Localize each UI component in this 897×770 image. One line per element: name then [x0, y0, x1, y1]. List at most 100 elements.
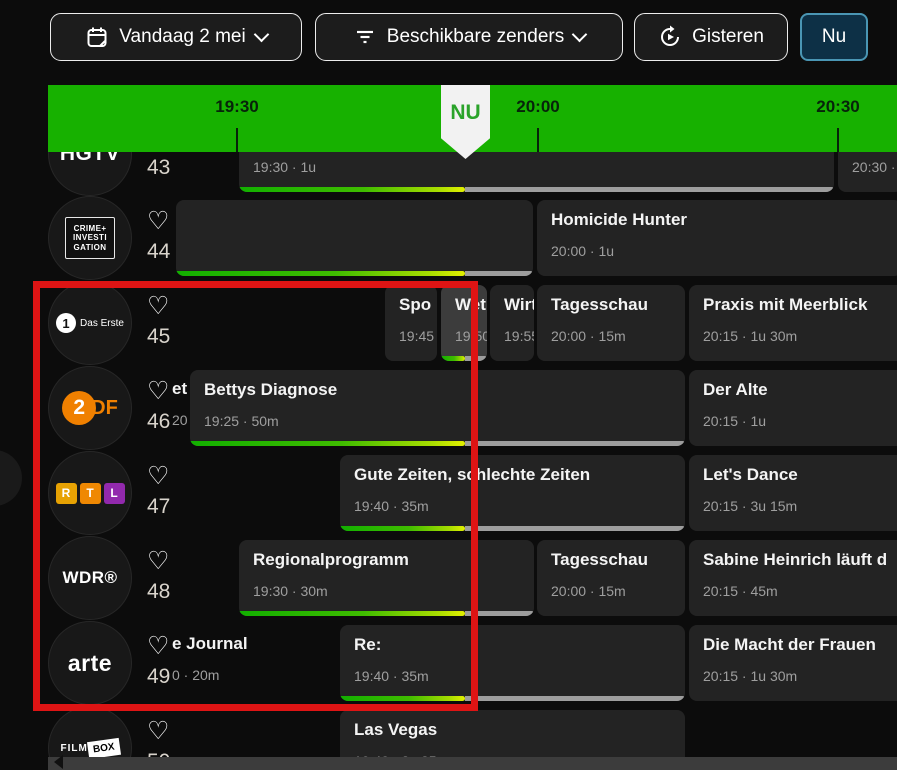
hidden-program-title-fragment: e Journal	[172, 634, 248, 653]
favorite-heart-icon[interactable]: ♡	[147, 379, 169, 404]
das-erste-one: 1	[56, 313, 77, 333]
channel-logo[interactable]: CRIME+ INVESTI GATION	[48, 196, 132, 280]
timeline-tick-label: 20:00	[516, 97, 560, 116]
progress-bar-remainder	[465, 441, 685, 446]
progress-bar-remainder	[465, 271, 533, 276]
timeline-tick-label: 19:30	[215, 97, 259, 116]
crime-investigation-logo: CRIME+ INVESTI GATION	[65, 217, 115, 259]
favorite-heart-icon[interactable]: ♡	[147, 549, 169, 574]
tv-guide-screen: Vandaag 2 mei Beschikbare zenders Gister…	[0, 0, 897, 770]
program-card[interactable]: Regionalprogramm 19:30 · 30m	[239, 540, 534, 616]
hidden-program-subtitle-fragment: 20	[172, 412, 188, 428]
favorite-heart-icon[interactable]: ♡	[147, 464, 169, 489]
channel-logo[interactable]: WDR®	[48, 536, 132, 620]
timeline-tick-line	[537, 128, 539, 152]
program-title: Re:	[354, 635, 382, 654]
zdf-logo: 2 DF	[62, 391, 118, 425]
channel-number: 49	[147, 665, 171, 688]
date-picker-label: Vandaag 2 mei	[119, 26, 246, 47]
program-card[interactable]: Tagesschau 20:00 · 15m	[537, 285, 685, 361]
favorite-heart-icon[interactable]: ♡	[147, 634, 169, 659]
horizontal-scrollbar[interactable]	[48, 757, 897, 770]
program-card[interactable]: Let's Dance 20:15 · 3u 15m	[689, 455, 897, 531]
channel-logo-text: WDR®	[62, 568, 118, 587]
filmbox-logo: FILM BOX	[61, 737, 121, 759]
program-subtitle: 20:30 ·	[852, 159, 896, 175]
progress-bar-remainder	[465, 187, 834, 192]
channel-logo[interactable]: 2 DF	[48, 366, 132, 450]
program-card[interactable]: Wirt 19:55	[490, 285, 534, 361]
program-title: Sabine Heinrich läuft d	[703, 550, 888, 569]
program-title: Wet	[455, 295, 486, 314]
program-subtitle: 19:45	[399, 328, 435, 344]
now-button[interactable]: Nu	[800, 13, 868, 61]
program-card[interactable]: Wet 19:50	[441, 285, 487, 361]
now-label: Nu	[821, 26, 847, 47]
program-card[interactable]: Spo 19:45	[385, 285, 437, 361]
channel-number: 44	[147, 240, 171, 263]
program-subtitle: 19:25 · 50m	[204, 413, 279, 429]
program-title: Praxis mit Meerblick	[703, 295, 868, 314]
program-title: Tagesschau	[551, 295, 649, 314]
program-subtitle: 20:15 · 1u 30m	[703, 328, 798, 344]
program-card[interactable]: Homicide Hunter 20:00 · 1u	[537, 200, 897, 276]
progress-bar	[239, 187, 834, 192]
channel-number: 45	[147, 325, 171, 348]
program-title: Wirt	[504, 295, 534, 314]
program-title: Bettys Diagnose	[204, 380, 338, 399]
scroll-left-arrow-icon[interactable]	[54, 755, 63, 769]
program-title: Der Alte	[703, 380, 768, 399]
available-channels-label: Beschikbare zenders	[386, 26, 565, 47]
channel-logo[interactable]: 1 Das Erste	[48, 281, 132, 365]
hidden-program-subtitle-fragment: 0 · 20m	[172, 667, 220, 683]
program-card[interactable]	[176, 200, 533, 276]
channel-number: 48	[147, 580, 171, 603]
yesterday-label: Gisteren	[692, 26, 764, 47]
channel-number: 47	[147, 495, 171, 518]
das-erste-logo: 1 Das Erste	[56, 313, 124, 333]
scroll-left-handle[interactable]	[0, 450, 22, 506]
program-card[interactable]: Re: 19:40 · 35m	[340, 625, 685, 701]
program-card[interactable]: Die Macht der Frauen 20:15 · 1u 30m	[689, 625, 897, 701]
program-title: Die Macht der Frauen	[703, 635, 876, 654]
timeline-tick-line	[236, 128, 238, 152]
channel-logo[interactable]: RTL	[48, 451, 132, 535]
progress-bar-remainder	[465, 611, 534, 616]
progress-bar-fill	[340, 526, 465, 531]
program-title: Tagesschau	[551, 550, 649, 569]
channel-logo[interactable]: arte	[48, 621, 132, 705]
program-title: Homicide Hunter	[551, 210, 688, 229]
program-card[interactable]: Der Alte 20:15 · 1u	[689, 370, 897, 446]
available-channels-button[interactable]: Beschikbare zenders	[315, 13, 623, 61]
favorite-heart-icon[interactable]: ♡	[147, 719, 169, 744]
das-erste-name: Das Erste	[80, 317, 124, 329]
program-subtitle: 20:15 · 1u	[703, 413, 767, 429]
yesterday-button[interactable]: Gisteren	[634, 13, 788, 61]
progress-bar-fill	[239, 611, 465, 616]
favorite-heart-icon[interactable]: ♡	[147, 294, 169, 319]
timeline-tick-line	[837, 128, 839, 152]
program-subtitle: 19:30 · 1u	[253, 159, 317, 175]
program-subtitle: 20:15 · 45m	[703, 583, 778, 599]
program-subtitle: 20:00 · 1u	[551, 243, 615, 259]
date-picker-button[interactable]: Vandaag 2 mei	[50, 13, 302, 61]
program-subtitle: 20:00 · 15m	[551, 328, 626, 344]
progress-bar-fill	[340, 696, 465, 701]
program-card[interactable]: Bettys Diagnose 19:25 · 50m	[190, 370, 685, 446]
program-card[interactable]: Sabine Heinrich läuft d 20:15 · 45m	[689, 540, 897, 616]
favorite-heart-icon[interactable]: ♡	[147, 209, 169, 234]
zdf-df: DF	[91, 396, 118, 419]
calendar-icon	[87, 27, 107, 47]
program-subtitle: 20:15 · 1u 30m	[703, 668, 798, 684]
program-subtitle: 19:55	[504, 328, 534, 344]
program-card[interactable]: Gute Zeiten, schlechte Zeiten 19:40 · 35m	[340, 455, 685, 531]
program-title: Las Vegas	[354, 720, 438, 739]
progress-bar	[340, 526, 685, 531]
program-title: Gute Zeiten, schlechte Zeiten	[354, 465, 591, 484]
program-subtitle: 20:00 · 15m	[551, 583, 626, 599]
program-card[interactable]: Tagesschau 20:00 · 15m	[537, 540, 685, 616]
channel-number: 43	[147, 156, 171, 179]
progress-bar-fill	[441, 356, 465, 361]
program-card[interactable]: Praxis mit Meerblick 20:15 · 1u 30m	[689, 285, 897, 361]
progress-bar	[190, 441, 685, 446]
